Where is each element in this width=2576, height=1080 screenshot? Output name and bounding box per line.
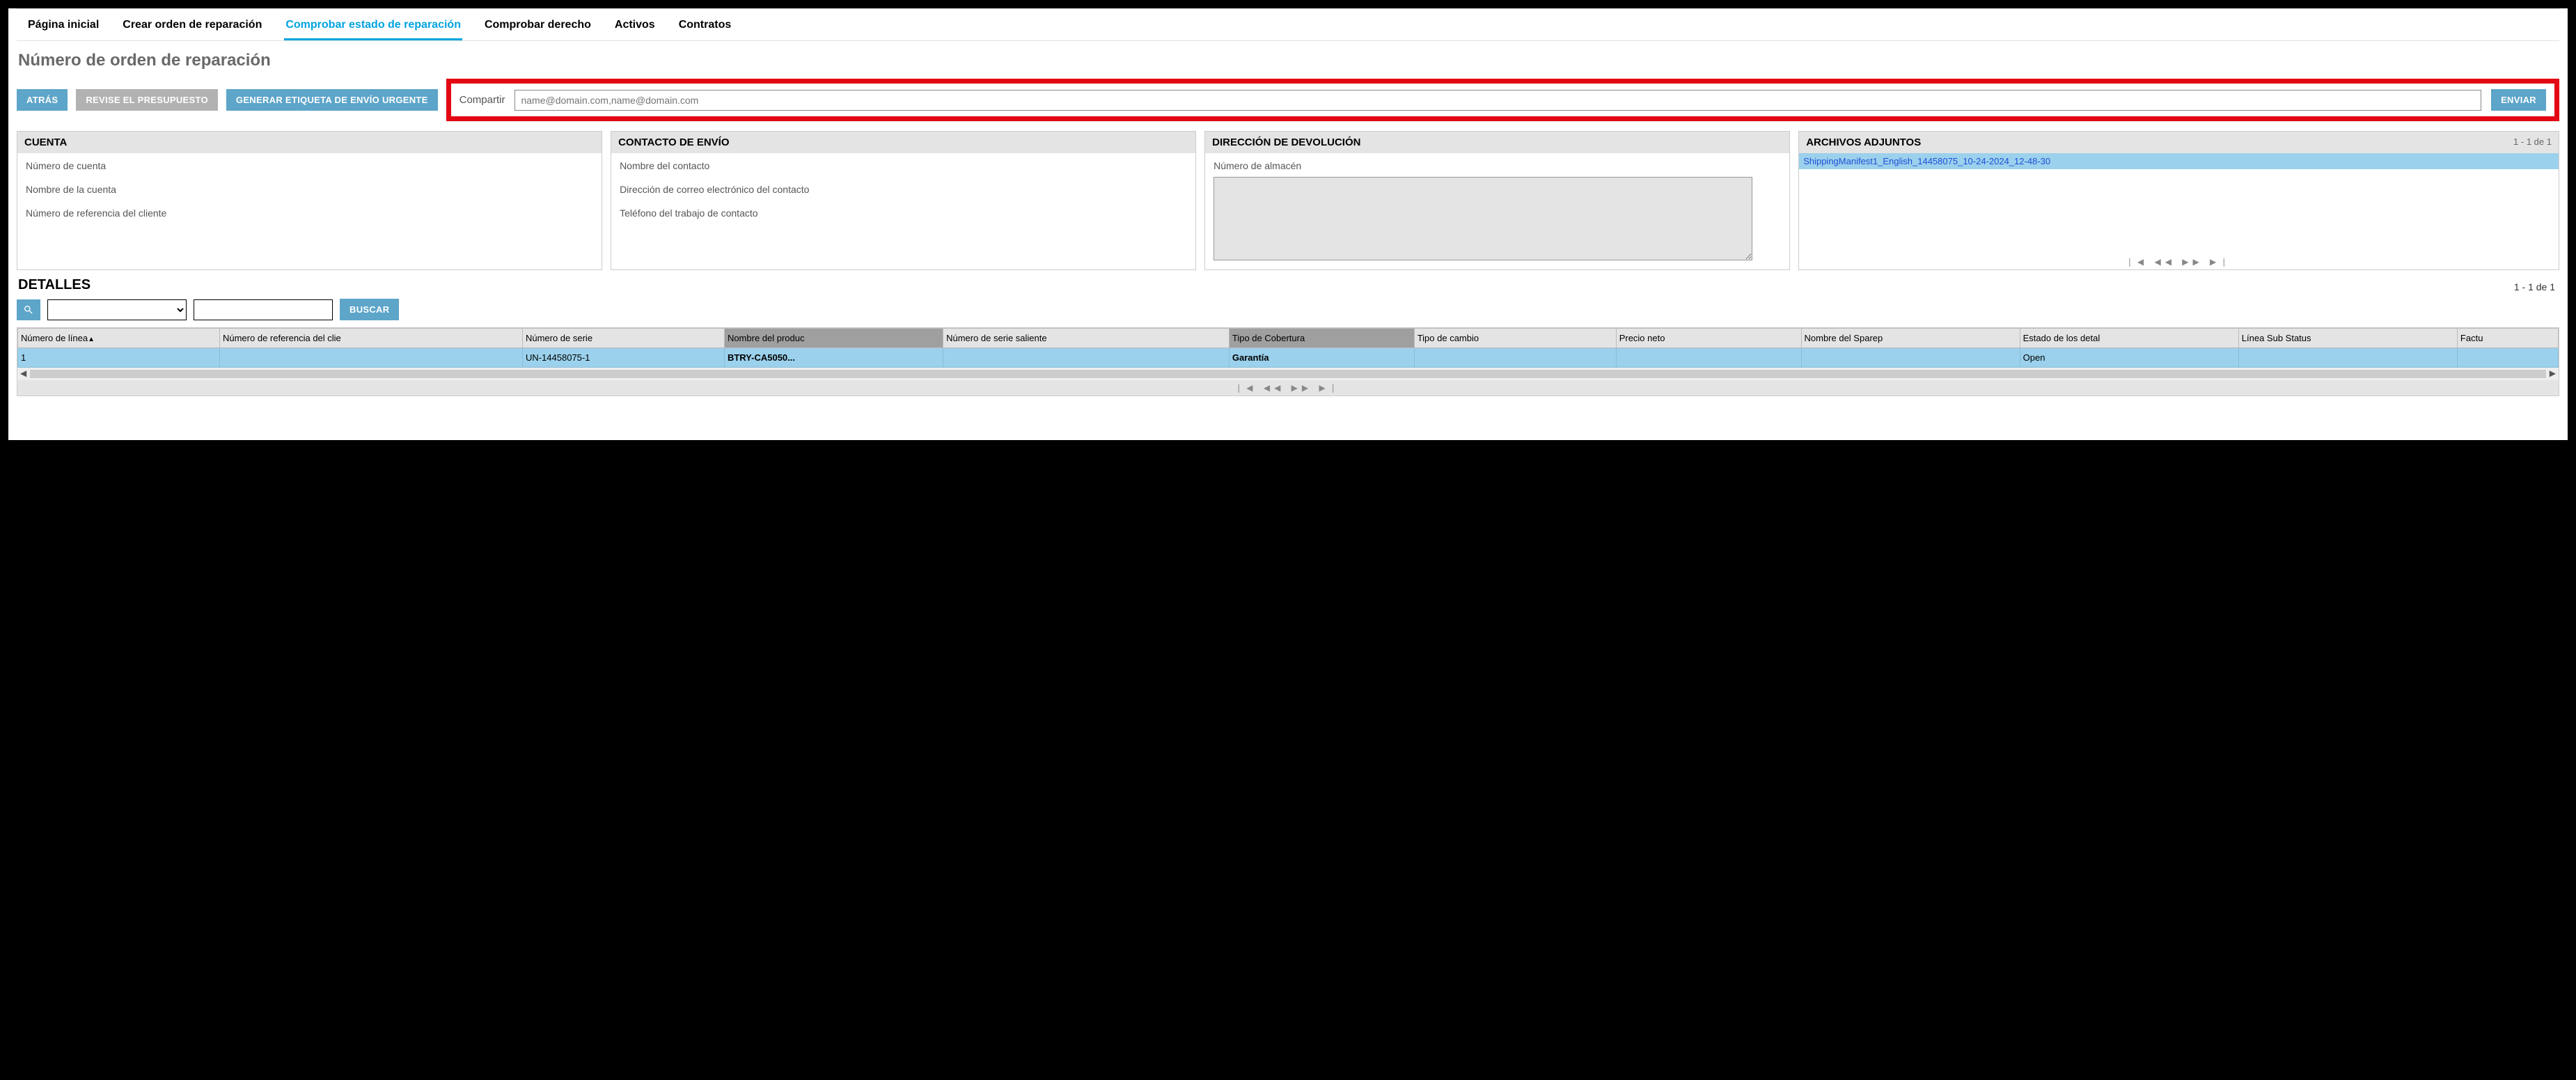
col-serial[interactable]: Número de serie: [522, 329, 724, 348]
tab-home[interactable]: Página inicial: [26, 16, 100, 40]
filter-field-select[interactable]: [47, 299, 187, 320]
cell-invoice: [2457, 348, 2558, 368]
share-email-input[interactable]: [515, 90, 2481, 111]
attachments-card: ARCHIVOS ADJUNTOS 1 - 1 de 1 ShippingMan…: [1798, 131, 2559, 270]
contact-card-title: CONTACTO DE ENVÍO: [618, 136, 729, 148]
attachments-counter: 1 - 1 de 1: [2513, 136, 2552, 148]
attachments-card-title: ARCHIVOS ADJUNTOS: [1806, 136, 1921, 148]
scroll-left-icon[interactable]: ◀: [20, 368, 26, 378]
col-product-name[interactable]: Nombre del produc: [724, 329, 943, 348]
search-icon-button[interactable]: [17, 299, 40, 320]
attachments-pager[interactable]: ❘◀ ◀◀ ▶▶ ▶❘: [1799, 254, 2559, 269]
details-pager[interactable]: ❘◀ ◀◀ ▶▶ ▶❘: [17, 380, 2559, 396]
return-card-title: DIRECCIÓN DE DEVOLUCIÓN: [1212, 136, 1360, 148]
contact-name-label: Nombre del contacto: [620, 160, 1187, 171]
share-panel: Compartir ENVIAR: [446, 79, 2559, 121]
col-coverage-type[interactable]: Tipo de Cobertura: [1229, 329, 1414, 348]
table-horizontal-scrollbar[interactable]: ◀ ▶: [17, 368, 2559, 380]
send-button[interactable]: ENVIAR: [2491, 89, 2546, 111]
cell-sparep-name: [1801, 348, 2020, 368]
col-exchange-type[interactable]: Tipo de cambio: [1414, 329, 1616, 348]
details-counter: 1 - 1 de 1: [2514, 281, 2555, 292]
col-outbound-serial[interactable]: Número de serie saliente: [943, 329, 1230, 348]
cell-exchange-type: [1414, 348, 1616, 368]
details-table: Número de línea▲ Número de referencia de…: [17, 328, 2559, 368]
cell-customer-ref: [219, 348, 522, 368]
details-title: DETALLES: [18, 277, 91, 293]
return-card-header: DIRECCIÓN DE DEVOLUCIÓN: [1205, 132, 1789, 153]
contact-phone-label: Teléfono del trabajo de contacto: [620, 208, 1187, 219]
cell-serial: UN-14458075-1: [522, 348, 724, 368]
actions-row: ATRÁS REVISE EL PRESUPUESTO GENERAR ETIQ…: [17, 79, 2559, 121]
contact-card: CONTACTO DE ENVÍO Nombre del contacto Di…: [611, 131, 1196, 270]
return-address-textarea[interactable]: [1214, 177, 1752, 260]
attachments-card-header: ARCHIVOS ADJUNTOS 1 - 1 de 1: [1799, 132, 2559, 153]
col-invoice[interactable]: Factu: [2457, 329, 2558, 348]
contact-email-label: Dirección de correo electrónico del cont…: [620, 184, 1187, 195]
tab-contracts[interactable]: Contratos: [677, 16, 733, 40]
col-detail-status[interactable]: Estado de los detal: [2020, 329, 2238, 348]
col-sparep-name[interactable]: Nombre del Sparep: [1801, 329, 2020, 348]
cell-detail-status: Open: [2020, 348, 2238, 368]
search-button[interactable]: BUSCAR: [340, 299, 399, 320]
scroll-right-icon[interactable]: ▶: [2550, 368, 2556, 378]
tab-create-order[interactable]: Crear orden de reparación: [121, 16, 263, 40]
return-address-card: DIRECCIÓN DE DEVOLUCIÓN Número de almacé…: [1204, 131, 1790, 270]
account-number-label: Número de cuenta: [26, 160, 593, 171]
cell-net-price: [1616, 348, 1801, 368]
filter-value-input[interactable]: [194, 299, 333, 320]
details-filter-row: BUSCAR: [17, 299, 2559, 320]
col-line-number[interactable]: Número de línea▲: [18, 329, 220, 348]
col-customer-ref[interactable]: Número de referencia del clie: [219, 329, 522, 348]
table-header-row: Número de línea▲ Número de referencia de…: [18, 329, 2559, 348]
cell-product-name: BTRY-CA5050...: [724, 348, 943, 368]
search-icon: [23, 304, 34, 315]
share-label: Compartir: [460, 94, 505, 106]
account-name-label: Nombre de la cuenta: [26, 184, 593, 195]
page-title: Número de orden de reparación: [18, 51, 2559, 70]
customer-ref-label: Número de referencia del cliente: [26, 208, 593, 219]
info-cards-row: CUENTA Número de cuenta Nombre de la cue…: [17, 131, 2559, 270]
back-button[interactable]: ATRÁS: [17, 89, 68, 111]
col-net-price[interactable]: Precio neto: [1616, 329, 1801, 348]
account-card-title: CUENTA: [24, 136, 67, 148]
warehouse-number-label: Número de almacén: [1214, 160, 1781, 171]
generate-label-button[interactable]: GENERAR ETIQUETA DE ENVÍO URGENTE: [226, 89, 438, 111]
col-line-substatus[interactable]: Línea Sub Status: [2238, 329, 2457, 348]
review-budget-button: REVISE EL PRESUPUESTO: [76, 89, 218, 111]
account-card-header: CUENTA: [17, 132, 602, 153]
account-card: CUENTA Número de cuenta Nombre de la cue…: [17, 131, 602, 270]
attachment-link[interactable]: ShippingManifest1_English_14458075_10-24…: [1799, 153, 2559, 169]
cell-coverage-type: Garantía: [1229, 348, 1414, 368]
table-row[interactable]: 1 UN-14458075-1 BTRY-CA5050... Garantía …: [18, 348, 2559, 368]
cell-outbound-serial: [943, 348, 1230, 368]
contact-card-header: CONTACTO DE ENVÍO: [611, 132, 1195, 153]
details-table-wrap: Número de línea▲ Número de referencia de…: [17, 327, 2559, 396]
cell-line-substatus: [2238, 348, 2457, 368]
main-tabbar: Página inicial Crear orden de reparación…: [17, 8, 2559, 41]
tab-assets[interactable]: Activos: [613, 16, 657, 40]
cell-line-number: 1: [18, 348, 220, 368]
tab-check-entitlement[interactable]: Comprobar derecho: [483, 16, 592, 40]
tab-check-status[interactable]: Comprobar estado de reparación: [284, 16, 462, 40]
